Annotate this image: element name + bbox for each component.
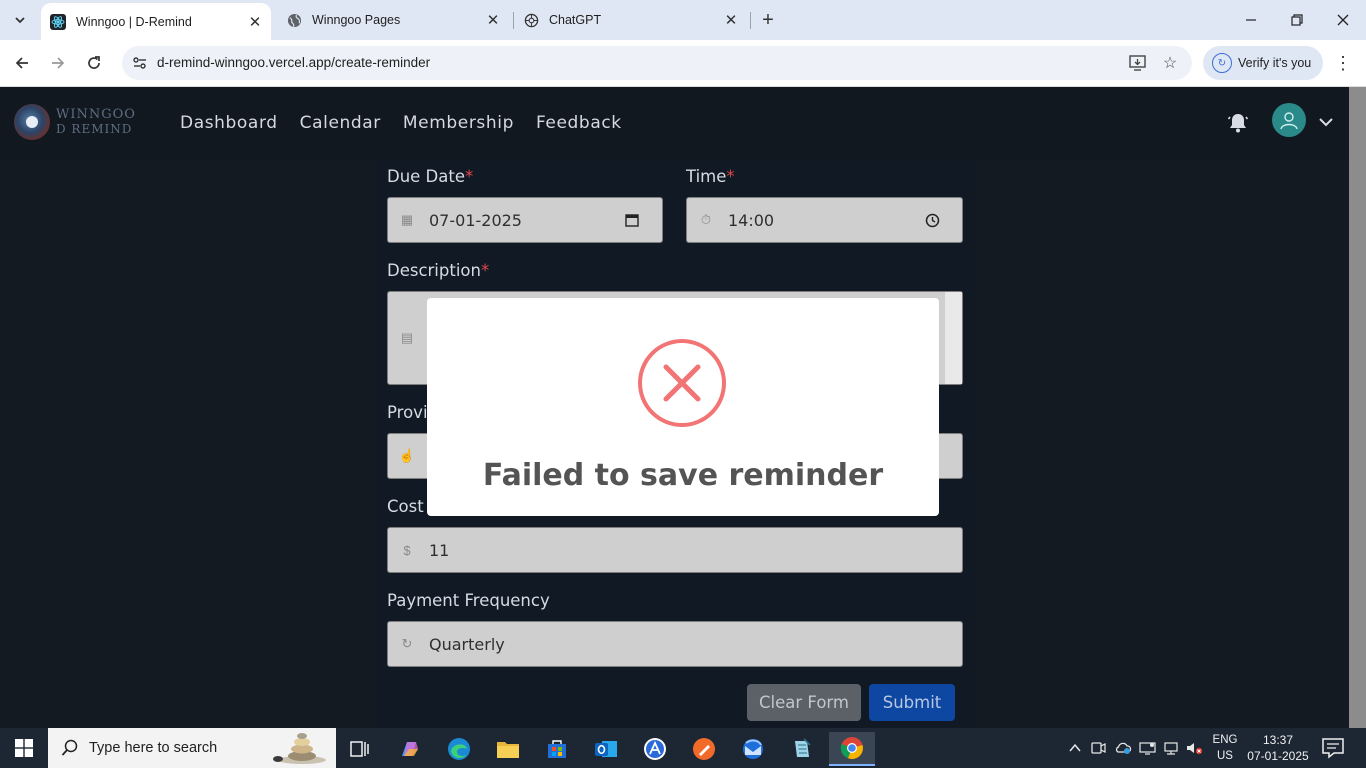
notification-center-icon[interactable]: [1320, 736, 1346, 760]
error-x-icon: [638, 339, 726, 427]
network-wired-icon: [1164, 742, 1178, 755]
error-modal: Failed to save reminder: [427, 298, 939, 516]
edge-icon: [448, 738, 470, 760]
modal-title: Failed to save reminder: [482, 458, 884, 493]
clock-time: 13:37: [1262, 733, 1294, 747]
onedrive-tray[interactable]: [1112, 728, 1134, 768]
copilot-app[interactable]: [390, 732, 430, 766]
taskbar-search-box[interactable]: Type here to search: [48, 728, 336, 768]
search-icon: [61, 739, 78, 756]
verify-label: Verify it's you: [1238, 56, 1312, 70]
globe-icon: [286, 12, 302, 28]
lang-line2: US: [1217, 750, 1233, 762]
close-icon: [1337, 14, 1349, 26]
outlook-icon: [595, 741, 617, 757]
notepad-icon: [795, 738, 811, 757]
minimize-icon: [1246, 19, 1256, 21]
meet-now-tray[interactable]: [1088, 728, 1108, 768]
search-highlight-stones-icon: [273, 733, 326, 764]
microsoft-store-app[interactable]: [537, 732, 577, 766]
tab-title: Winngoo | D-Remind: [76, 14, 192, 29]
edge-app[interactable]: [439, 732, 479, 766]
tab-winngoo-dremind[interactable]: Winngoo | D-Remind ✕: [41, 3, 271, 40]
folder-icon: [497, 742, 519, 758]
monitor-icon: [1139, 742, 1156, 755]
pen-app[interactable]: [684, 732, 724, 766]
verify-identity-button[interactable]: ↻ Verify it's you: [1203, 46, 1323, 80]
reload-button[interactable]: [80, 49, 108, 77]
copilot-icon: [402, 742, 418, 756]
app-a-launcher[interactable]: [635, 732, 675, 766]
close-window-button[interactable]: [1320, 0, 1366, 40]
arrow-left-icon: [15, 57, 28, 69]
volume-tray[interactable]: [1185, 728, 1205, 768]
page-scrollbar[interactable]: [1349, 87, 1366, 728]
chatgpt-icon: [523, 12, 539, 28]
tab-separator: [750, 12, 751, 29]
chrome-app[interactable]: [829, 732, 875, 766]
lang-line1: ENG: [1212, 734, 1238, 746]
install-app-icon[interactable]: [1128, 53, 1148, 73]
windows-taskbar: Type here to search ENG US 13:37 07-01-2…: [0, 728, 1366, 768]
tab-winngoo-pages[interactable]: Winngoo Pages ✕: [277, 0, 509, 40]
browser-toolbar: d-remind-winngoo.vercel.app/create-remin…: [0, 40, 1366, 87]
clock-date: 07-01-2025: [1247, 749, 1309, 763]
app-viewport: WINNGOO D REMIND Dashboard Calendar Memb…: [0, 87, 1349, 728]
profile-sync-icon: ↻: [1212, 53, 1232, 73]
url-text: d-remind-winngoo.vercel.app/create-remin…: [157, 55, 431, 70]
show-hidden-icons-button[interactable]: [1066, 728, 1084, 768]
bookmark-star-icon[interactable]: ☆: [1160, 53, 1180, 73]
notepad-app[interactable]: [782, 732, 822, 766]
tray-device-icon: [1091, 742, 1106, 754]
search-placeholder: Type here to search: [89, 740, 218, 756]
close-tab-icon[interactable]: ✕: [245, 12, 265, 32]
tab-title: ChatGPT: [549, 13, 602, 27]
letter-a-app-icon: [644, 738, 666, 760]
cloud-sync-icon: [1115, 742, 1132, 754]
display-tray[interactable]: [1137, 728, 1159, 768]
tab-chatgpt[interactable]: ChatGPT ✕: [514, 0, 747, 40]
restore-button[interactable]: [1274, 0, 1320, 40]
tab-search-button[interactable]: [7, 7, 33, 33]
windows-logo-icon: [15, 739, 33, 757]
tab-title: Winngoo Pages: [312, 13, 401, 27]
thunderbird-icon: [743, 739, 763, 759]
close-tab-icon[interactable]: ✕: [721, 10, 741, 30]
arrow-right-icon: [52, 57, 65, 69]
task-view-button[interactable]: [340, 732, 380, 766]
chevron-up-icon: [1069, 743, 1081, 752]
file-explorer-app[interactable]: [488, 732, 528, 766]
site-info-icon[interactable]: [128, 51, 152, 75]
minimize-button[interactable]: [1228, 0, 1274, 40]
network-tray[interactable]: [1161, 728, 1183, 768]
outlook-app[interactable]: [586, 732, 626, 766]
input-language-indicator[interactable]: ENG US: [1208, 732, 1242, 764]
forward-button[interactable]: [44, 49, 72, 77]
store-icon: [548, 740, 566, 758]
pen-orange-icon: [693, 738, 715, 760]
browser-tab-bar: Winngoo | D-Remind ✕ Winngoo Pages ✕ Cha…: [0, 0, 1366, 40]
close-tab-icon[interactable]: ✕: [483, 10, 503, 30]
chrome-icon: [840, 737, 863, 760]
chevron-down-icon: [15, 17, 25, 24]
browser-menu-icon[interactable]: ⋮: [1333, 52, 1353, 74]
back-button[interactable]: [8, 49, 36, 77]
task-view-icon: [350, 741, 369, 757]
thunderbird-app[interactable]: [733, 732, 773, 766]
reload-icon: [88, 56, 100, 69]
speaker-muted-icon: [1187, 743, 1203, 755]
restore-icon: [1291, 14, 1303, 26]
new-tab-button[interactable]: +: [757, 9, 779, 31]
react-favicon-icon: [50, 13, 66, 30]
address-bar[interactable]: d-remind-winngoo.vercel.app/create-remin…: [122, 46, 1192, 80]
taskbar-clock[interactable]: 13:37 07-01-2025: [1246, 732, 1310, 764]
start-button[interactable]: [0, 728, 48, 768]
